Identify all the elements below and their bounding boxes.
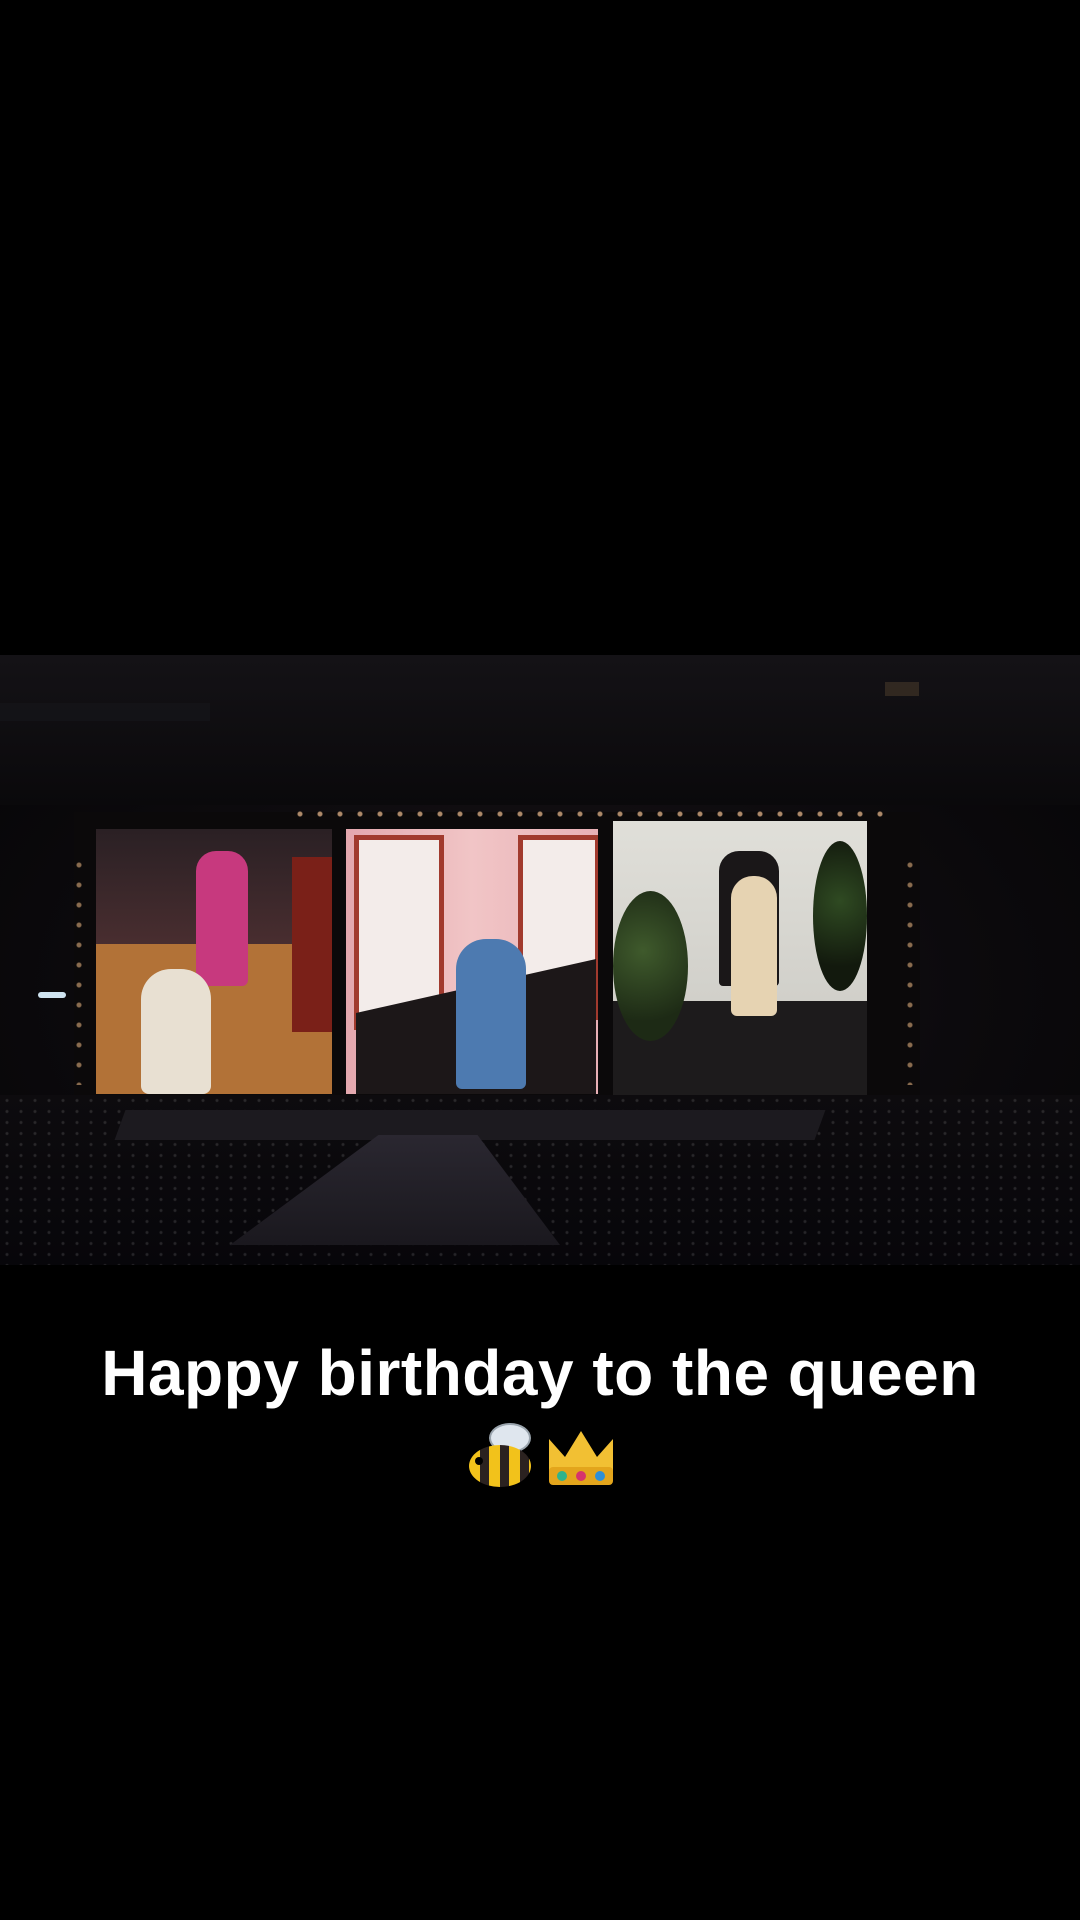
girl-standing xyxy=(731,876,777,1016)
childhood-photo-procession xyxy=(96,829,332,1094)
arena-sign xyxy=(0,703,210,721)
childhood-photo-chair xyxy=(613,821,867,1096)
bulb-column-left xyxy=(74,855,84,1085)
bee-icon xyxy=(463,1419,535,1491)
bulb-row xyxy=(290,809,890,819)
caption-text: Happy birthday to the queen xyxy=(101,1337,979,1409)
girl-in-blue-dress xyxy=(456,939,526,1089)
caption: Happy birthday to the queen xyxy=(0,1335,1080,1499)
man-in-red xyxy=(292,857,332,1032)
plant-left xyxy=(613,891,688,1041)
exit-light xyxy=(885,682,919,696)
side-light xyxy=(38,992,66,998)
crown-icon xyxy=(545,1419,617,1491)
child-in-white xyxy=(141,969,211,1094)
arena-roof xyxy=(0,655,1080,805)
video-frame xyxy=(0,655,1080,1265)
plant-right xyxy=(813,841,867,991)
childhood-photo-piano xyxy=(346,829,598,1094)
caption-emojis xyxy=(0,1419,1080,1499)
bulb-column-right xyxy=(905,855,915,1085)
woman-in-pink xyxy=(196,851,248,986)
